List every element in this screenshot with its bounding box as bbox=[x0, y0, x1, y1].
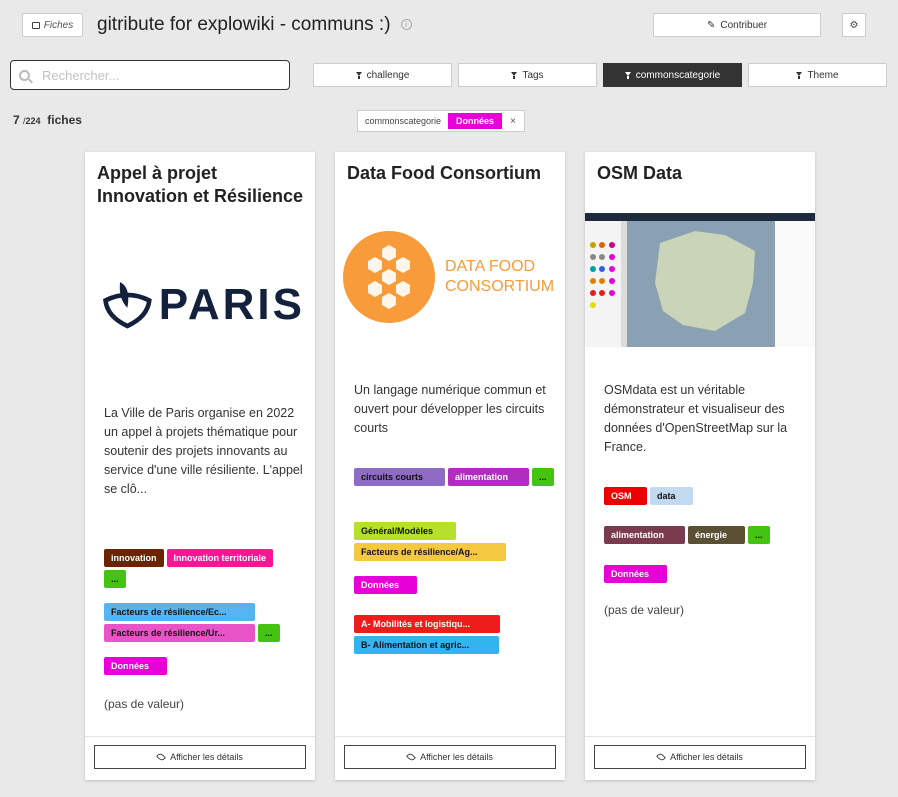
tag[interactable]: Facteurs de résilience/Ec... bbox=[104, 603, 255, 621]
eye-icon bbox=[156, 752, 167, 762]
page-title-text: gitribute for explowiki - communs :) bbox=[97, 14, 391, 35]
show-details-button[interactable]: Afficher les détails bbox=[344, 745, 556, 769]
filter-label: challenge bbox=[366, 69, 410, 81]
filter-challenge-button[interactable]: challenge bbox=[313, 63, 452, 87]
card-title: OSM Data bbox=[597, 163, 683, 183]
count-shown: 7 bbox=[13, 113, 20, 127]
tags-row: circuits courts alimentation ... bbox=[354, 468, 554, 486]
active-filter-value: Données bbox=[448, 113, 503, 129]
card-appel-a-projet[interactable]: Appel à projet Innovation et Résilience … bbox=[85, 152, 315, 780]
show-details-button[interactable]: Afficher les détails bbox=[94, 745, 306, 769]
tag[interactable]: énergie bbox=[688, 526, 745, 544]
map-image bbox=[585, 213, 815, 347]
tags-row: A- Mobilités et logistiqu... B- Alimenta… bbox=[354, 615, 554, 654]
card-description: OSMdata est un véritable démonstrateur e… bbox=[604, 383, 788, 454]
search-icon bbox=[19, 69, 30, 81]
tag-more[interactable]: ... bbox=[104, 570, 126, 588]
tag-more[interactable]: ... bbox=[258, 624, 280, 642]
gear-icon: ⚙ bbox=[849, 19, 859, 31]
filter-icon bbox=[796, 72, 803, 79]
tag[interactable]: circuits courts bbox=[354, 468, 445, 486]
results-count: 7 /224 fiches bbox=[13, 113, 82, 127]
fiches-label: Fiches bbox=[43, 19, 74, 31]
filter-icon bbox=[511, 72, 518, 79]
count-total: 224 bbox=[25, 116, 41, 126]
settings-button[interactable]: ⚙ bbox=[842, 13, 866, 37]
details-label: Afficher les détails bbox=[170, 752, 243, 762]
details-label: Afficher les détails bbox=[420, 752, 493, 762]
paris-logo: PARIS bbox=[100, 277, 305, 332]
tags-row: Facteurs de résilience/Ec... Facteurs de… bbox=[104, 603, 304, 642]
tags-row: innovation Innovation territoriale ... bbox=[104, 549, 279, 588]
dfc-logo-text: DATA FOOD bbox=[445, 258, 536, 275]
tag[interactable]: A- Mobilités et logistiqu... bbox=[354, 615, 500, 633]
card-description: Un langage numérique commun et ouvert po… bbox=[354, 383, 546, 435]
tag[interactable]: alimentation bbox=[448, 468, 529, 486]
tags-row: Données bbox=[354, 576, 554, 594]
filter-icon bbox=[624, 72, 631, 79]
card-osm-data[interactable]: OSM Data OSMdata est un véritable démons… bbox=[585, 152, 815, 780]
filter-tags-button[interactable]: Tags bbox=[458, 63, 597, 87]
card-title: Appel à projet Innovation et Résilience bbox=[97, 163, 304, 206]
tag[interactable]: Données bbox=[604, 565, 667, 583]
card-divider bbox=[335, 736, 565, 737]
info-icon[interactable]: i bbox=[400, 19, 412, 30]
card-data-food-consortium[interactable]: Data Food Consortium DATA FOOD CONSORTIU… bbox=[335, 152, 565, 780]
search-box[interactable] bbox=[10, 60, 290, 90]
square-icon bbox=[31, 21, 40, 29]
details-label: Afficher les détails bbox=[670, 752, 743, 762]
fiches-button[interactable]: Fiches bbox=[22, 13, 83, 37]
tag[interactable]: Facteurs de résilience/Ur... bbox=[104, 624, 255, 642]
tag[interactable]: Général/Modèles bbox=[354, 522, 456, 540]
tag-more[interactable]: ... bbox=[532, 468, 554, 486]
tags-row: alimentation énergie ... bbox=[604, 526, 804, 544]
top-bar: Fiches gitribute for explowiki - communs… bbox=[22, 13, 868, 39]
search-input[interactable] bbox=[42, 67, 272, 83]
filter-label: commonscategorie bbox=[635, 69, 721, 81]
tags-row: Données bbox=[104, 657, 304, 675]
paris-boat-icon bbox=[103, 281, 152, 329]
eye-icon bbox=[406, 752, 417, 762]
tag[interactable]: Données bbox=[104, 657, 167, 675]
dfc-logo: DATA FOOD CONSORTIUM bbox=[343, 230, 565, 324]
osm-map-screenshot bbox=[585, 213, 815, 347]
filter-label: Tags bbox=[522, 69, 544, 81]
tag[interactable]: Facteurs de résilience/Ag... bbox=[354, 543, 506, 561]
tag[interactable]: Données bbox=[354, 576, 417, 594]
card-description: La Ville de Paris organise en 2022 un ap… bbox=[104, 406, 303, 496]
eye-icon bbox=[656, 752, 667, 762]
tags-row: Général/Modèles Facteurs de résilience/A… bbox=[354, 522, 554, 561]
dfc-hexagon-icon bbox=[343, 231, 435, 323]
filter-commonscategorie-button[interactable]: commonscategorie bbox=[603, 63, 742, 87]
dfc-logo-text: CONSORTIUM bbox=[445, 278, 555, 295]
pencil-icon: ✎ bbox=[706, 19, 716, 31]
card-divider bbox=[85, 736, 315, 737]
count-unit: fiches bbox=[47, 113, 82, 127]
tag-more[interactable]: ... bbox=[748, 526, 770, 544]
active-filter-key: commonscategorie bbox=[365, 116, 442, 126]
filter-label: Theme bbox=[807, 69, 839, 81]
filter-icon bbox=[355, 72, 362, 79]
active-filter-chip: commonscategorie Données × bbox=[357, 110, 525, 132]
no-value-text: (pas de valeur) bbox=[604, 603, 685, 617]
contribute-button[interactable]: ✎ Contribuer bbox=[653, 13, 821, 37]
tag[interactable]: alimentation bbox=[604, 526, 685, 544]
tags-row: Données bbox=[604, 565, 804, 583]
no-value-text: (pas de valeur) bbox=[104, 697, 185, 711]
tag[interactable]: Innovation territoriale bbox=[166, 549, 274, 567]
tag[interactable]: data bbox=[650, 487, 693, 505]
page-title: gitribute for explowiki - communs :) i bbox=[97, 14, 412, 36]
paris-logo-text: PARIS bbox=[158, 279, 305, 329]
card-title: Data Food Consortium bbox=[347, 163, 541, 183]
show-details-button[interactable]: Afficher les détails bbox=[594, 745, 806, 769]
filter-theme-button[interactable]: Theme bbox=[748, 63, 887, 87]
tag[interactable]: B- Alimentation et agric... bbox=[354, 636, 499, 654]
contribute-label: Contribuer bbox=[720, 19, 768, 31]
tag[interactable]: OSM bbox=[604, 487, 647, 505]
tags-row: OSM data bbox=[604, 487, 804, 505]
tag[interactable]: innovation bbox=[104, 549, 164, 567]
remove-filter-icon[interactable]: × bbox=[502, 116, 524, 127]
card-divider bbox=[585, 736, 815, 737]
